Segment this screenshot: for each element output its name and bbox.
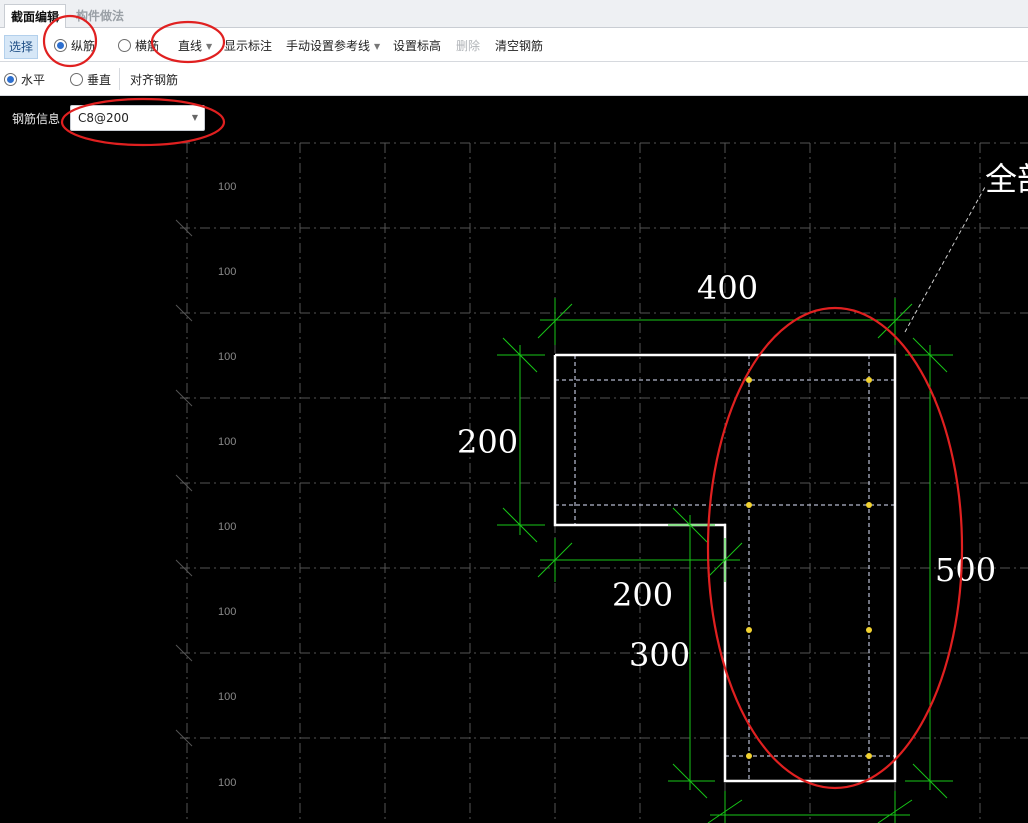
show-dimensions-button[interactable]: 显示标注 xyxy=(224,36,272,56)
rebar-point[interactable] xyxy=(746,377,752,383)
tab-component-method[interactable]: 构件做法 xyxy=(70,4,130,28)
rebar-info-select[interactable]: C8@200 ▼ xyxy=(70,105,205,131)
horizontal-label: 水平 xyxy=(21,73,46,87)
grid-label: 100 xyxy=(218,436,236,448)
grid-label: 100 xyxy=(218,691,236,703)
select-button[interactable]: 选择 xyxy=(4,35,39,59)
longitudinal-label: 纵筋 xyxy=(71,39,96,53)
manual-ref-label: 手动设置参考线 xyxy=(286,39,371,53)
transverse-label: 横筋 xyxy=(135,39,160,53)
rebar-point[interactable] xyxy=(866,753,872,759)
rebar-point[interactable] xyxy=(746,753,752,759)
chevron-down-icon: ▼ xyxy=(191,113,198,122)
manual-reference-line-dropdown[interactable]: 手动设置参考线 ▼ xyxy=(286,36,380,56)
vertical-label: 垂直 xyxy=(87,73,112,87)
longitudinal-rebar-radio[interactable]: 纵筋 xyxy=(54,36,95,56)
dimension-texts: 400 200 200 300 500 xyxy=(457,269,996,674)
delete-button[interactable]: 删除 xyxy=(456,36,480,56)
chevron-down-icon: ▼ xyxy=(206,42,213,51)
radio-unchecked-icon xyxy=(70,73,83,86)
section-canvas[interactable]: 100 100 100 100 100 100 100 100 400 200 … xyxy=(0,96,1028,823)
grid-label: 100 xyxy=(218,266,236,278)
toolbar-divider xyxy=(119,68,120,90)
grid-lines xyxy=(180,142,1028,823)
rebar-point[interactable] xyxy=(866,502,872,508)
grid-labels: 100 100 100 100 100 100 100 100 xyxy=(218,181,236,789)
line-mode-dropdown[interactable]: 直线 ▼ xyxy=(178,36,212,56)
grid-label: 100 xyxy=(218,351,236,363)
line-mode-label: 直线 xyxy=(178,39,203,53)
dim-text-lower-vertical: 300 xyxy=(629,636,690,674)
annotation-leader xyxy=(904,186,986,333)
rebar-point[interactable] xyxy=(866,377,872,383)
radio-checked-icon xyxy=(54,39,67,52)
chevron-down-icon: ▼ xyxy=(374,42,381,51)
transverse-rebar-radio[interactable]: 横筋 xyxy=(118,36,159,56)
tab-section-edit[interactable]: 截面编辑 xyxy=(4,4,67,29)
radio-unchecked-icon xyxy=(118,39,131,52)
tab-bar: 截面编辑 构件做法 xyxy=(0,0,1028,29)
dim-text-lower-horizontal: 200 xyxy=(612,576,673,614)
grid-label: 100 xyxy=(218,777,236,789)
rebar-point[interactable] xyxy=(746,627,752,633)
toolbar-primary: 选择 纵筋 横筋 直线 ▼ 显示标注 手动设置参考线 ▼ 设置标高 删除 清空钢筋 xyxy=(0,28,1028,62)
clear-rebar-button[interactable]: 清空钢筋 xyxy=(495,36,543,56)
grid-label: 100 xyxy=(218,181,236,193)
align-rebar-button[interactable]: 对齐钢筋 xyxy=(130,70,178,90)
rebar-point[interactable] xyxy=(746,502,752,508)
radio-checked-icon xyxy=(4,73,17,86)
dim-text-top: 400 xyxy=(697,269,758,307)
vertical-radio[interactable]: 垂直 xyxy=(70,70,111,90)
rebar-info-label: 钢筋信息 xyxy=(12,112,61,126)
dim-text-right: 500 xyxy=(935,551,996,589)
rebar-point[interactable] xyxy=(866,627,872,633)
grid-label: 100 xyxy=(218,606,236,618)
set-elevation-button[interactable]: 设置标高 xyxy=(393,36,441,56)
dim-text-left-upper: 200 xyxy=(457,423,518,461)
horizontal-radio[interactable]: 水平 xyxy=(4,70,45,90)
toolbar-secondary: 水平 垂直 对齐钢筋 xyxy=(0,62,1028,96)
rebar-info-value: C8@200 xyxy=(78,111,129,125)
annotation-text: 全部 xyxy=(985,160,1028,198)
grid-label: 100 xyxy=(218,521,236,533)
